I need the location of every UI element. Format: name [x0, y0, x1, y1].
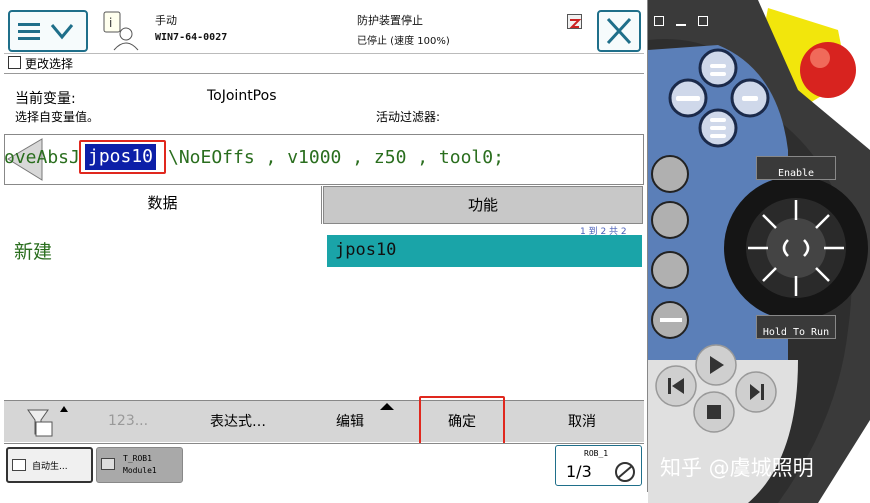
- menu-icon: [18, 23, 74, 40]
- taskbar-item-autogen-label: 自动生...: [32, 462, 68, 472]
- window-title-icon: [8, 56, 21, 69]
- argument-highlight: [79, 140, 166, 174]
- tab-function-label: 功能: [467, 196, 498, 214]
- svg-text:i: i: [109, 16, 112, 30]
- current-variable-label: 当前变量:: [15, 91, 76, 107]
- hold-to-run-label: Hold To Run: [762, 327, 830, 338]
- close-button[interactable]: [597, 10, 641, 52]
- select-hint: 选择自变量值。: [15, 110, 100, 124]
- run-status: 已停止 (速度 100%): [357, 36, 450, 47]
- flexpendant-screen: { "header": { "mode": "手动", "controller"…: [0, 0, 870, 503]
- tab-data[interactable]: 数据: [4, 186, 322, 224]
- filter-icon: [27, 406, 68, 437]
- event-log-button[interactable]: i: [98, 10, 144, 52]
- enable-label-box: Enable: [756, 156, 836, 180]
- hold-to-run-box: Hold To Run: [756, 315, 836, 339]
- minimize-icon: [676, 24, 686, 26]
- filter-button[interactable]: [22, 404, 78, 440]
- ok-highlight: [419, 396, 505, 445]
- numeric-button[interactable]: 123...: [108, 413, 148, 429]
- taskbar-module-line1: T_ROB1: [123, 454, 152, 463]
- tab-function[interactable]: 功能: [323, 186, 643, 224]
- taskbar-module-line2: Module1: [123, 466, 157, 475]
- safety-status: 防护装置停止: [357, 14, 423, 27]
- current-variable-value: ToJointPos: [207, 88, 277, 104]
- window-title: 更改选择: [25, 57, 74, 71]
- robot-name: ROB_1: [584, 449, 609, 458]
- ratio-label: 1/3: [566, 462, 592, 481]
- abb-menu-button[interactable]: [8, 10, 88, 52]
- expression-button[interactable]: 表达式…: [210, 411, 266, 431]
- tab-data-label: 数据: [147, 194, 178, 212]
- operator-info-icon: i: [103, 11, 139, 51]
- speed-icon: [615, 462, 635, 482]
- new-button[interactable]: 新建: [14, 237, 52, 264]
- instruction-prefix: oveAbsJ: [4, 147, 80, 168]
- instruction-suffix: \NoEOffs , v1000 , z50 , tool0;: [168, 147, 504, 168]
- list-item-label: jpos10: [335, 240, 397, 260]
- program-icon: [101, 458, 115, 470]
- quickset-button[interactable]: ROB_1 1/3: [555, 445, 642, 486]
- mode-text: 手动: [155, 14, 177, 27]
- status-indicator-icon: [567, 14, 582, 29]
- maximize-icon: [698, 16, 708, 26]
- title-divider: [4, 73, 644, 74]
- controller-name: WIN7-64-0027: [155, 32, 228, 43]
- edit-menu-arrow-icon: [380, 403, 394, 410]
- active-filter-label: 活动过滤器:: [376, 110, 441, 124]
- cancel-button[interactable]: 取消: [568, 411, 596, 431]
- enable-label: Enable: [777, 168, 815, 179]
- window-icon: [12, 459, 26, 471]
- pendant-body: [648, 0, 870, 503]
- restore-icon: [654, 16, 664, 26]
- taskbar-item-autogen[interactable]: 自动生...: [6, 447, 93, 483]
- list-item[interactable]: jpos10: [327, 235, 642, 267]
- bottom-toolbar: [4, 400, 644, 442]
- pendant-window-icons: [652, 14, 712, 48]
- taskbar-item-module[interactable]: T_ROB1 Module1: [96, 447, 183, 483]
- edit-button[interactable]: 编辑: [336, 411, 364, 431]
- watermark: 知乎 @虞城照明: [660, 456, 814, 480]
- close-icon: [606, 17, 632, 45]
